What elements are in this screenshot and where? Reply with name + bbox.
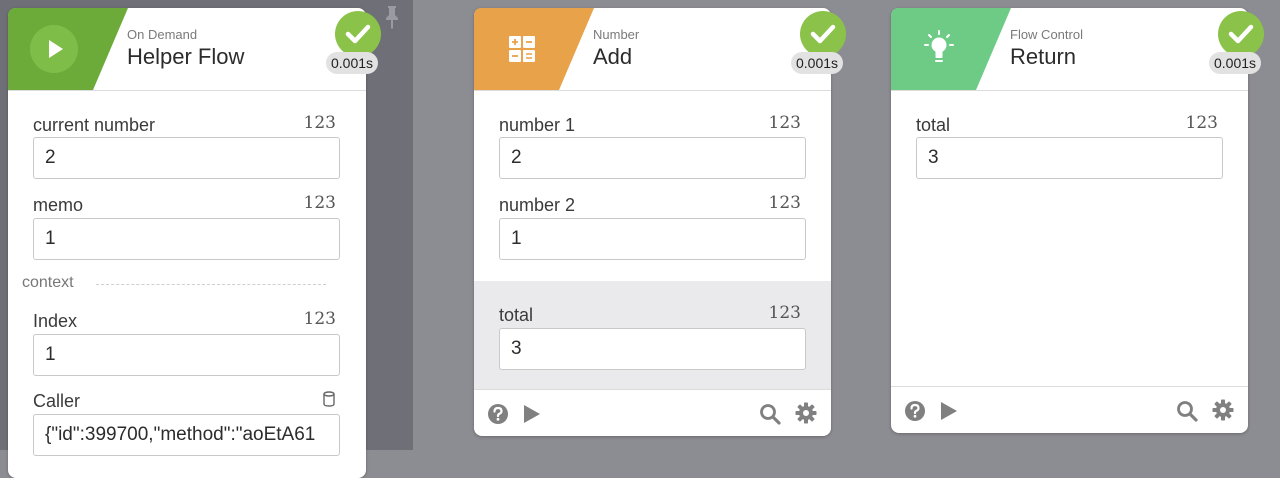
- header-divider: [474, 90, 831, 91]
- duration-badge: 0.001s: [326, 52, 379, 74]
- card-title: Add: [593, 44, 633, 69]
- number-1-input[interactable]: 2: [499, 137, 806, 179]
- header-divider: [891, 90, 1248, 91]
- field-label: total: [499, 305, 534, 325]
- footer-divider: [891, 386, 1248, 387]
- card-header: Number Add: [474, 8, 831, 90]
- memo-input[interactable]: 1: [33, 218, 340, 260]
- add-card[interactable]: Number Add 0.001s number 1 123 2 number …: [474, 8, 846, 436]
- field-label: Index: [33, 311, 78, 331]
- card-title: Return: [1010, 44, 1077, 69]
- card-category: Number: [593, 27, 640, 42]
- number-2-input[interactable]: 1: [499, 218, 806, 260]
- helper-flow-card[interactable]: On Demand Helper Flow 0.001s current num…: [8, 8, 381, 478]
- number-type-icon: 123: [303, 113, 336, 133]
- header-divider: [8, 90, 366, 91]
- field-label: total: [916, 115, 951, 135]
- search-icon[interactable]: [759, 403, 781, 425]
- return-card[interactable]: Flow Control Return 0.001s total 123 3: [891, 8, 1264, 433]
- field-label: memo: [33, 195, 84, 215]
- success-check-icon: [335, 11, 381, 57]
- pin-icon[interactable]: [383, 4, 401, 30]
- field-label: current number: [33, 115, 156, 135]
- current-number-input[interactable]: 2: [33, 137, 340, 179]
- card-title: Helper Flow: [127, 44, 245, 69]
- number-type-icon: 123: [768, 193, 801, 213]
- context-divider: [96, 284, 326, 285]
- calculator-icon: [509, 36, 535, 62]
- number-type-icon: 123: [1185, 113, 1218, 133]
- footer-divider: [474, 389, 831, 390]
- number-type-icon: 123: [768, 303, 801, 323]
- index-input[interactable]: 1: [33, 334, 340, 376]
- number-type-icon: 123: [303, 309, 336, 329]
- success-check-icon: [800, 11, 846, 57]
- card-category: Flow Control: [1010, 27, 1083, 42]
- database-icon: [323, 391, 335, 407]
- success-check-icon: [1218, 11, 1264, 57]
- play-icon[interactable]: [522, 403, 542, 425]
- total-output: 3: [499, 328, 806, 370]
- field-label: Caller: [33, 391, 81, 411]
- gear-icon[interactable]: [794, 401, 818, 425]
- field-label: number 1: [499, 115, 576, 135]
- context-section-label: context: [22, 274, 74, 291]
- gear-icon[interactable]: [1211, 398, 1235, 422]
- help-icon[interactable]: [487, 403, 509, 425]
- help-icon[interactable]: [904, 400, 926, 422]
- field-label: number 2: [499, 195, 576, 215]
- total-input[interactable]: 3: [916, 137, 1223, 179]
- duration-badge: 0.001s: [1209, 52, 1262, 74]
- search-icon[interactable]: [1176, 400, 1198, 422]
- number-type-icon: 123: [768, 113, 801, 133]
- card-header: On Demand Helper Flow: [8, 8, 366, 90]
- duration-badge: 0.001s: [791, 52, 844, 74]
- play-icon: [30, 25, 78, 73]
- play-icon[interactable]: [939, 400, 959, 422]
- card-category: On Demand: [127, 27, 198, 42]
- number-type-icon: 123: [303, 193, 336, 213]
- lightbulb-icon: [924, 30, 954, 62]
- card-header: Flow Control Return: [891, 8, 1248, 90]
